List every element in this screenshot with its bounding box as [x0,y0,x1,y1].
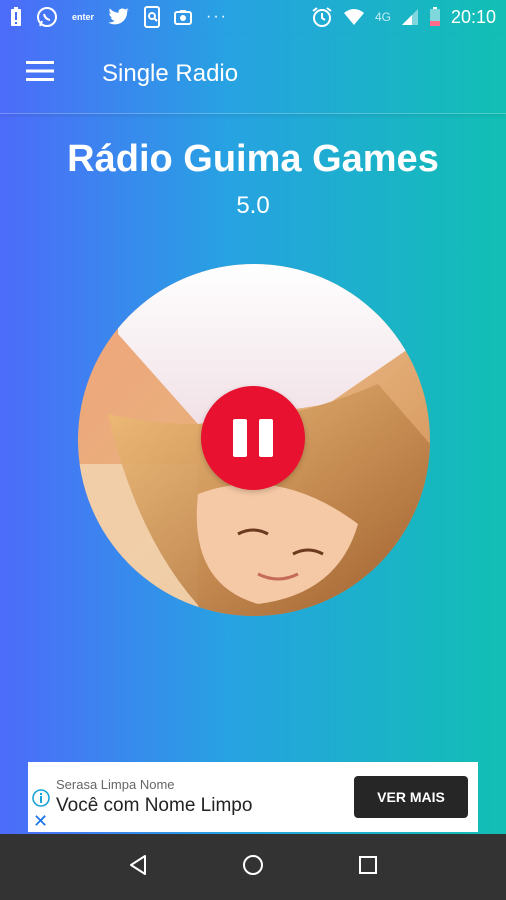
back-icon [128,854,148,881]
ad-banner[interactable]: ✕ Serasa Limpa Nome Você com Nome Limpo … [28,762,478,832]
ad-brand: Serasa Limpa Nome [56,777,175,792]
recents-button[interactable] [338,837,398,897]
recents-icon [358,855,378,880]
status-left: enter ··· [10,6,228,28]
alarm-icon [311,6,333,28]
back-button[interactable] [108,837,168,897]
camera-icon [174,9,193,25]
more-notifications: ··· [206,8,228,25]
home-button[interactable] [223,837,283,897]
station-name: Rádio Guima Games [67,138,439,180]
status-bar: enter ··· 4G 20:10 [0,0,506,34]
pause-icon [227,419,279,457]
signal-icon [401,8,419,26]
ad-headline: Você com Nome Limpo [56,795,253,816]
twitter-icon [108,8,130,26]
ad-text: Serasa Limpa Nome Você com Nome Limpo [54,777,354,817]
wifi-icon [343,8,365,26]
home-icon [242,854,264,881]
enter-icon: enter [72,12,95,22]
network-type: 4G [374,10,391,24]
info-icon[interactable] [32,789,50,812]
ad-cta-button[interactable]: VER MAIS [354,776,468,818]
station-rating: 5.0 [236,192,270,219]
whatsapp-icon [36,6,58,28]
ad-icons: ✕ [28,762,54,832]
status-right: 4G 20:10 [311,6,496,28]
battery-icon [429,7,441,27]
menu-button[interactable] [0,34,80,114]
phone-doc-icon [144,6,161,28]
app-title: Single Radio [102,59,239,87]
hamburger-menu-icon [26,61,54,86]
close-icon[interactable]: ✕ [33,812,48,830]
battery-alert-icon [10,7,22,27]
app-bar: Single Radio [0,34,506,114]
clock: 20:10 [450,6,496,27]
system-nav-bar [0,834,506,900]
pause-button[interactable] [201,386,305,490]
